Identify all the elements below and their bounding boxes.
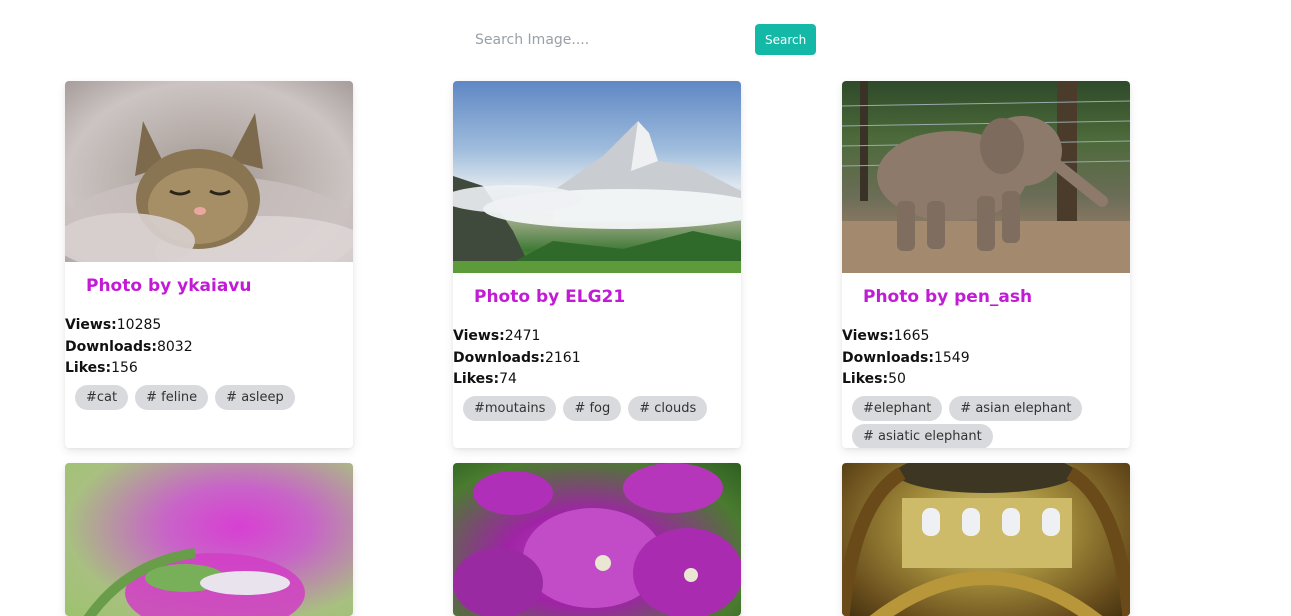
views-label: Views: <box>65 317 117 333</box>
image-card <box>453 463 741 616</box>
tag-list: #elephant # asian elephant # asiatic ele… <box>842 391 1130 448</box>
image-card: Photo by pen_ash Views:1665 Downloads:15… <box>842 81 1130 448</box>
views-row: Views:10285 <box>65 315 353 337</box>
search-form: Search <box>464 24 817 55</box>
downloads-value: 2161 <box>544 349 581 366</box>
card-image-mountains[interactable] <box>453 81 741 273</box>
views-value: 10285 <box>116 317 162 333</box>
card-stats: Views:1665 Downloads:1549 Likes:50 <box>842 326 1130 391</box>
tag-chip[interactable]: # clouds <box>628 395 708 421</box>
downloads-value: 8032 <box>156 338 193 355</box>
card-image-elephant[interactable] <box>842 81 1130 273</box>
downloads-label: Downloads: <box>842 349 934 366</box>
likes-label: Likes: <box>453 371 500 387</box>
tag-chip[interactable]: #moutains <box>463 395 557 421</box>
search-button[interactable]: Search <box>755 24 817 55</box>
tag-chip[interactable]: # asiatic elephant <box>852 423 993 448</box>
likes-row: Likes:74 <box>453 369 741 391</box>
tag-chip[interactable]: #elephant <box>852 395 943 421</box>
image-card: Photo by ELG21 Views:2471 Downloads:2161… <box>453 81 741 448</box>
card-image-purple-flowers[interactable] <box>453 463 741 616</box>
likes-value: 50 <box>888 371 906 387</box>
likes-label: Likes: <box>842 371 889 387</box>
views-value: 2471 <box>504 328 541 344</box>
downloads-row: Downloads:8032 <box>65 337 353 359</box>
views-label: Views: <box>453 328 505 344</box>
card-title: Photo by pen_ash <box>863 287 1033 307</box>
card-title: Photo by ykaiavu <box>86 276 252 296</box>
downloads-value: 1549 <box>933 349 970 366</box>
card-stats: Views:10285 Downloads:8032 Likes:156 <box>65 315 353 380</box>
card-image-cat[interactable] <box>65 81 353 262</box>
likes-value: 74 <box>499 371 517 387</box>
tag-list: #moutains # fog # clouds <box>453 391 741 421</box>
views-value: 1665 <box>893 328 930 344</box>
search-input[interactable] <box>464 24 744 55</box>
likes-label: Likes: <box>65 360 112 376</box>
tag-chip[interactable]: # asian elephant <box>949 395 1083 421</box>
tag-chip[interactable]: # asleep <box>215 384 295 410</box>
card-image-dome[interactable] <box>842 463 1130 616</box>
likes-row: Likes:156 <box>65 358 353 380</box>
tag-chip[interactable]: # fog <box>563 395 622 421</box>
views-row: Views:2471 <box>453 326 741 348</box>
tag-chip[interactable]: # feline <box>135 384 209 410</box>
tag-list: #cat # feline # asleep <box>65 380 353 410</box>
likes-value: 156 <box>111 360 138 376</box>
downloads-label: Downloads: <box>65 338 157 355</box>
downloads-row: Downloads:1549 <box>842 348 1130 370</box>
image-card <box>842 463 1130 616</box>
downloads-row: Downloads:2161 <box>453 348 741 370</box>
card-title: Photo by ELG21 <box>474 287 626 307</box>
likes-row: Likes:50 <box>842 369 1130 391</box>
views-row: Views:1665 <box>842 326 1130 348</box>
image-card: Photo by ykaiavu Views:10285 Downloads:8… <box>65 81 353 448</box>
card-stats: Views:2471 Downloads:2161 Likes:74 <box>453 326 741 391</box>
views-label: Views: <box>842 328 894 344</box>
image-card <box>65 463 353 616</box>
tag-chip[interactable]: #cat <box>75 384 129 410</box>
downloads-label: Downloads: <box>453 349 545 366</box>
card-image-pink-flower[interactable] <box>65 463 353 616</box>
